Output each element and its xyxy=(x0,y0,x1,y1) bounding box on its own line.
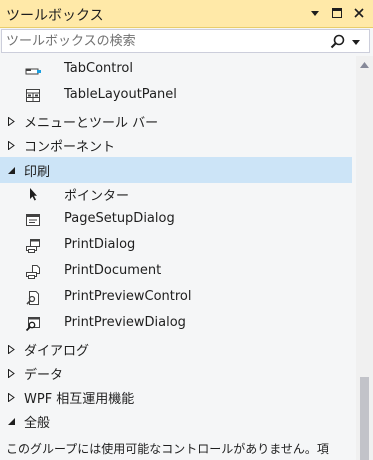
category-wpf-interop[interactable]: WPF 相互運用機能 xyxy=(0,384,352,410)
vertical-scrollbar[interactable] xyxy=(356,56,373,460)
expand-arrow-icon xyxy=(8,117,15,126)
window-title: ツールボックス xyxy=(6,8,104,24)
category-general[interactable]: 全般 xyxy=(0,408,352,434)
expand-arrow-icon xyxy=(8,369,15,378)
category-label: データ xyxy=(24,368,64,383)
toolbox-item-printpreviewcontrol[interactable]: PrintPreviewControl xyxy=(0,285,352,311)
toolbox-item-printdocument[interactable]: PrintDocument xyxy=(0,259,352,285)
item-label: PrintDialog xyxy=(64,237,136,252)
category-menus-toolbars[interactable]: メニューとツール バー xyxy=(0,108,352,134)
printpreviewdialog-icon xyxy=(25,316,41,332)
item-label: TableLayoutPanel xyxy=(64,87,177,102)
toolbox-item-printpreviewdialog[interactable]: PrintPreviewDialog xyxy=(0,311,352,337)
maximize-button[interactable] xyxy=(328,4,346,22)
tablelayoutpanel-icon xyxy=(25,88,41,104)
toolbox-item-tablelayoutpanel[interactable]: TableLayoutPanel xyxy=(0,83,352,109)
search-box[interactable] xyxy=(1,29,370,53)
scroll-up-icon[interactable] xyxy=(360,62,369,68)
search-icon xyxy=(330,34,345,49)
toolbox-item-pointer[interactable]: ポインター xyxy=(0,181,352,207)
maximize-icon xyxy=(332,8,342,18)
item-label: PrintPreviewDialog xyxy=(64,315,186,330)
pointer-icon xyxy=(25,186,41,202)
item-label: PrintDocument xyxy=(64,263,162,278)
window-options-button[interactable] xyxy=(306,4,324,22)
toolbox-list: TabControl TableLayoutPanel メニューとツール バー … xyxy=(0,56,356,460)
category-label: 全般 xyxy=(24,416,51,431)
item-label: PrintPreviewControl xyxy=(64,289,192,304)
category-data[interactable]: データ xyxy=(0,360,352,386)
category-printing[interactable]: 印刷 xyxy=(0,157,352,183)
expand-arrow-icon xyxy=(8,141,15,150)
pagesetupdialog-icon xyxy=(25,212,41,228)
toolbox-window: ツールボックス TabControl Ta xyxy=(0,0,373,460)
close-button[interactable] xyxy=(350,4,368,22)
toolbox-item-pagesetupdialog[interactable]: PageSetupDialog xyxy=(0,207,352,233)
printdocument-icon xyxy=(25,264,41,280)
category-label: メニューとツール バー xyxy=(24,116,159,131)
toolbox-item-printdialog[interactable]: PrintDialog xyxy=(0,233,352,259)
collapse-arrow-icon xyxy=(8,418,15,425)
category-components[interactable]: コンポーネント xyxy=(0,132,352,158)
close-icon xyxy=(354,8,364,18)
dropdown-arrow-icon xyxy=(311,11,319,16)
printpreviewcontrol-icon xyxy=(25,290,41,306)
expand-arrow-icon xyxy=(8,393,15,402)
tabcontrol-icon xyxy=(25,62,41,78)
item-label: TabControl xyxy=(64,61,133,76)
item-label: ポインター xyxy=(64,189,130,204)
category-label: WPF 相互運用機能 xyxy=(24,392,135,407)
title-bar[interactable]: ツールボックス xyxy=(0,0,373,28)
printdialog-icon xyxy=(25,238,41,254)
chevron-down-icon xyxy=(352,40,360,45)
search-input[interactable] xyxy=(6,32,326,50)
scrollbar-thumb[interactable] xyxy=(360,377,369,460)
category-dialogs[interactable]: ダイアログ xyxy=(0,336,352,362)
search-button[interactable] xyxy=(329,33,347,51)
empty-group-message: このグループには使用可能なコントロールがありません。項 xyxy=(6,442,329,456)
collapse-arrow-icon xyxy=(8,167,15,174)
expand-arrow-icon xyxy=(8,345,15,354)
toolbox-item-tabcontrol[interactable]: TabControl xyxy=(0,57,352,83)
category-label: ダイアログ xyxy=(24,344,90,359)
item-label: PageSetupDialog xyxy=(64,211,175,226)
category-label: 印刷 xyxy=(24,165,51,180)
category-label: コンポーネント xyxy=(24,140,116,155)
search-options-button[interactable] xyxy=(349,34,363,50)
